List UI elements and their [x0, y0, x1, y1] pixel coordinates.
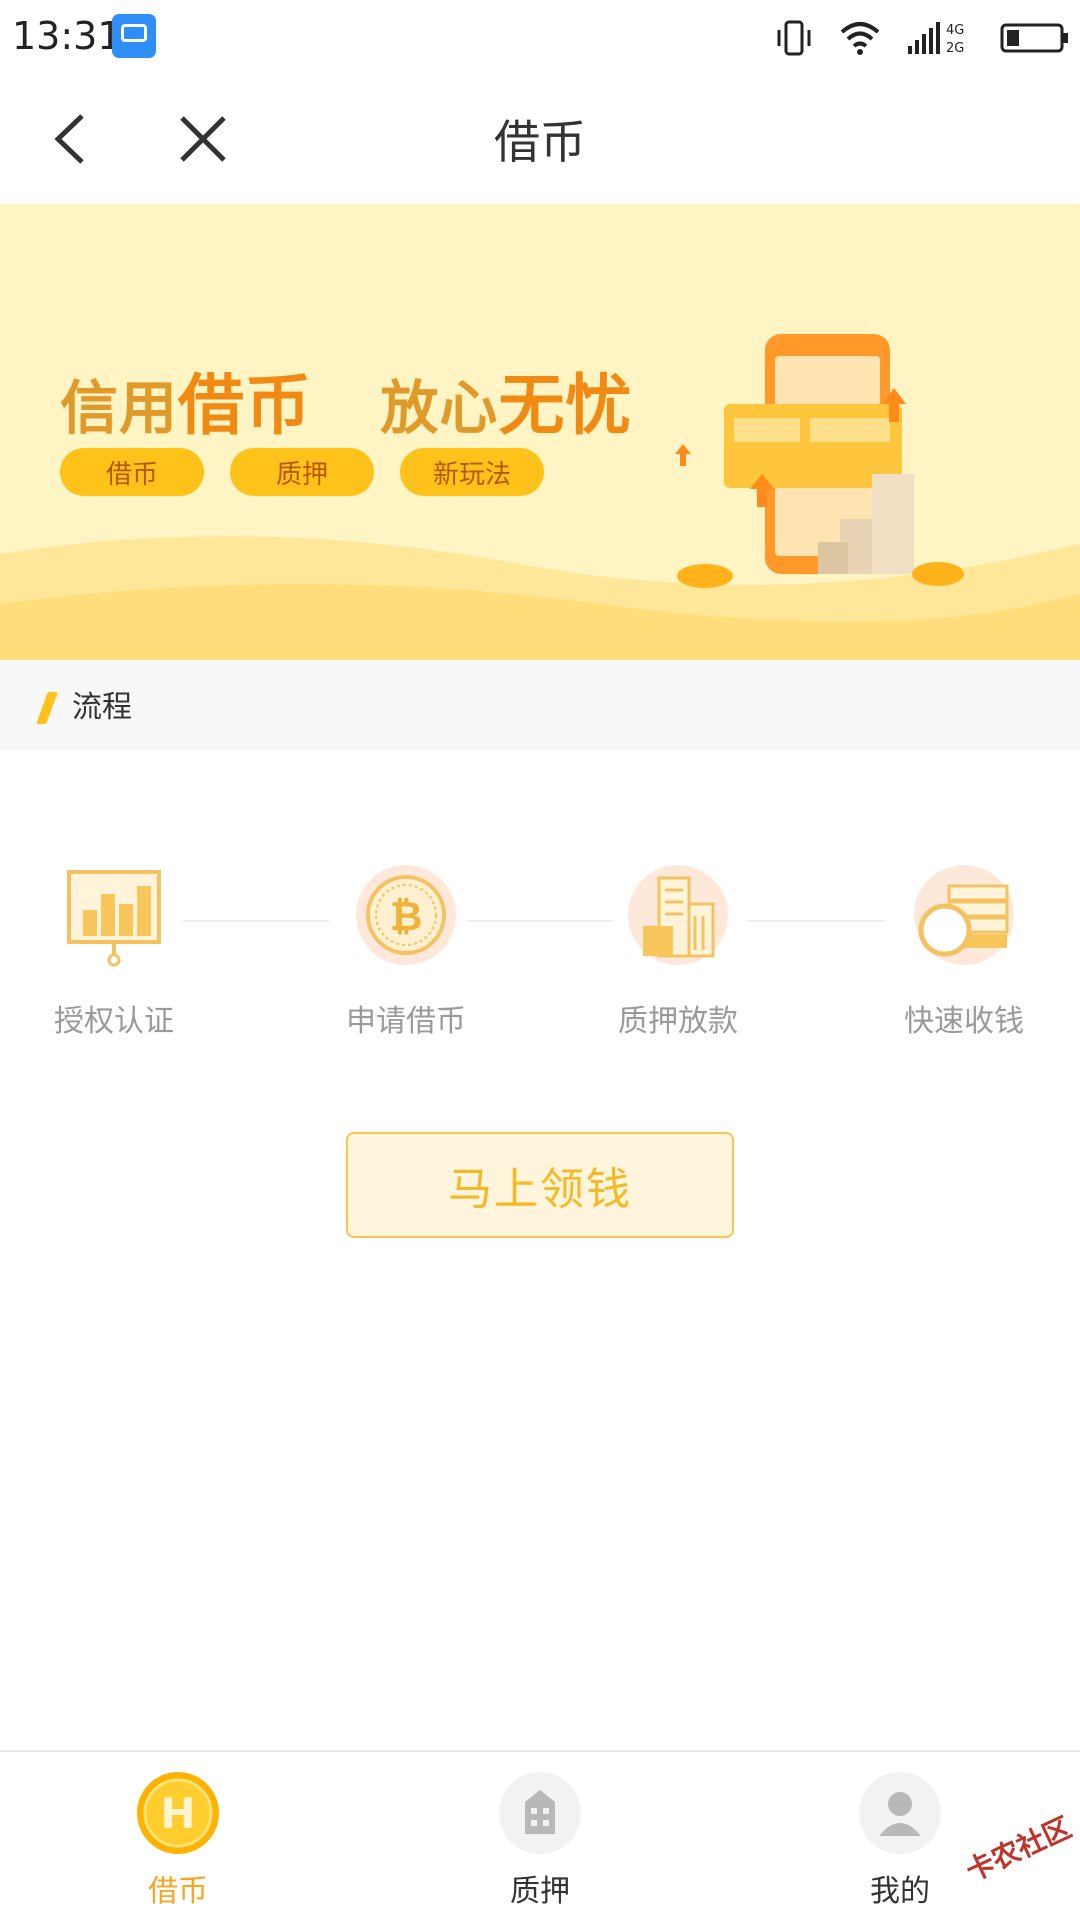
svg-text:4G: 4G	[946, 23, 964, 38]
section-title: 流程	[72, 690, 132, 725]
status-time: 13:31	[12, 14, 122, 58]
tab-borrow[interactable]: H 借币	[78, 1770, 278, 1910]
battery-icon	[1000, 23, 1068, 53]
svg-text:H: H	[160, 1789, 195, 1838]
bottom-tab-bar: H 借币 质押 我的	[0, 1750, 1080, 1922]
process-steps: 授权认证 ₿ 申请借币 质押放款 快速收钱	[0, 860, 1080, 1040]
step-receive-money: 快速收钱	[884, 860, 1044, 1040]
phone-card-illustration-icon	[675, 334, 964, 588]
tab-label: 质押	[510, 1874, 570, 1909]
status-icons: 4G 2G	[774, 14, 1070, 62]
chart-board-icon	[67, 870, 161, 967]
step-apply: ₿ 申请借币	[326, 860, 486, 1040]
step-label: 申请借币	[346, 1004, 466, 1039]
process-section-header: 流程	[0, 660, 1080, 750]
headline-big-1: 借币	[178, 367, 313, 444]
page-title: 借币	[494, 115, 586, 169]
chip-borrow[interactable]: 借币	[60, 448, 204, 496]
tab-mine[interactable]: 我的	[800, 1770, 1000, 1910]
step-connector	[182, 920, 330, 922]
headline-text-1: 信用	[60, 374, 179, 442]
section-accent-mark	[36, 692, 58, 724]
bitcoin-icon: ₿	[356, 865, 456, 965]
building-icon	[628, 865, 728, 965]
step-connector	[746, 920, 886, 922]
headline-big-2: 无忧	[498, 367, 633, 444]
coin-h-icon: H	[137, 1772, 219, 1854]
step-authorize: 授权认证	[34, 860, 194, 1040]
status-bar: 13:31 4G 2G	[0, 0, 1080, 78]
step-label: 授权认证	[54, 1004, 174, 1039]
signal-icon: 4G 2G	[908, 22, 964, 56]
promo-banner[interactable]: 信用借币 放心无忧 借币 质押 新玩法	[0, 204, 1080, 660]
step-connector	[466, 920, 614, 922]
user-icon	[859, 1772, 941, 1854]
step-label: 快速收钱	[904, 1004, 1024, 1039]
step-label: 质押放款	[618, 1004, 738, 1039]
wifi-icon	[840, 22, 880, 55]
chip-pledge[interactable]: 质押	[230, 448, 374, 496]
tab-pledge[interactable]: 质押	[440, 1770, 640, 1910]
vibrate-icon	[777, 20, 811, 56]
message-notification-icon	[112, 14, 156, 58]
step-pledge-loan: 质押放款	[598, 860, 758, 1040]
building-icon	[499, 1772, 581, 1854]
tab-label: 借币	[148, 1874, 208, 1909]
svg-text:2G: 2G	[946, 41, 964, 56]
navigation-bar: 借币	[0, 78, 1080, 204]
svg-text:₿: ₿	[390, 894, 423, 940]
chip-new-play[interactable]: 新玩法	[400, 448, 544, 496]
get-money-button[interactable]: 马上领钱	[346, 1132, 734, 1238]
coin-stack-icon	[914, 865, 1014, 965]
banner-headline: 信用借币 放心无忧	[60, 352, 632, 448]
banner-chips: 借币 质押 新玩法	[60, 448, 544, 496]
headline-text-2: 放心	[380, 374, 499, 442]
